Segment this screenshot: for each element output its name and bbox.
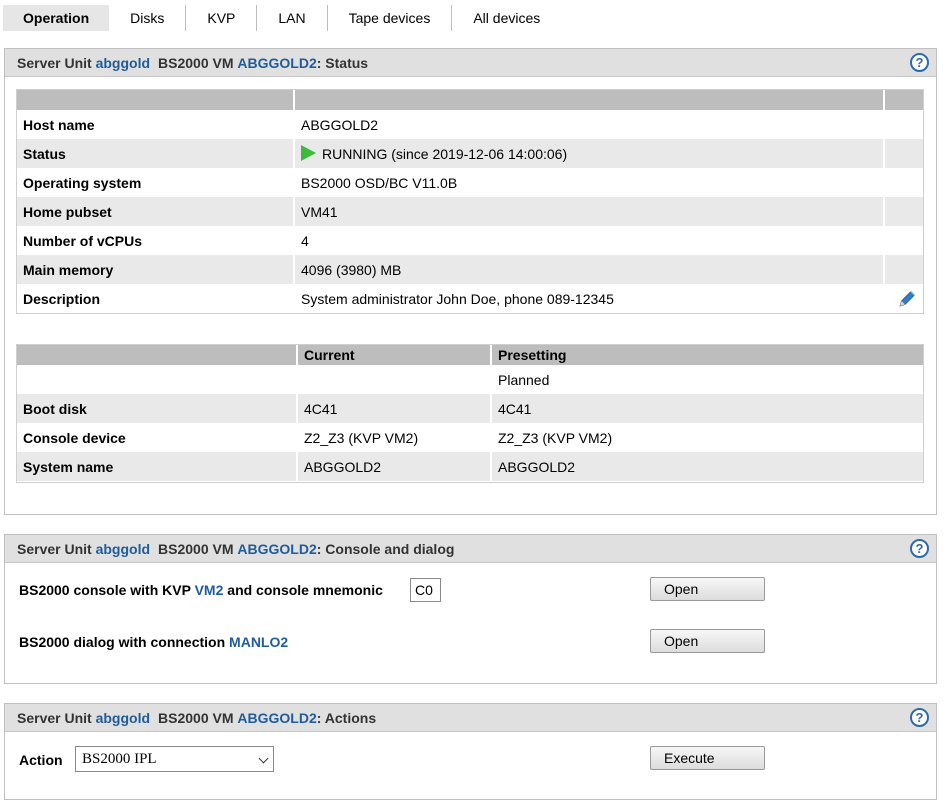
row-label: Number of vCPUs: [17, 226, 295, 255]
server-unit-link[interactable]: abggold: [96, 55, 150, 71]
vm-link[interactable]: ABGGOLD2: [237, 55, 316, 71]
tab-all-devices[interactable]: All devices: [452, 5, 561, 31]
row-label: Console device: [17, 423, 298, 452]
table-row: Host name ABGGOLD2: [17, 110, 923, 139]
action-select-value: BS2000 IPL: [82, 750, 157, 767]
row-value: 4096 (3980) MB: [294, 255, 885, 284]
help-icon[interactable]: ?: [910, 539, 929, 558]
header-vm-prefix: BS2000 VM: [158, 540, 234, 557]
table-row: Operating system BS2000 OSD/BC V11.0B: [17, 168, 923, 197]
tab-disks[interactable]: Disks: [109, 5, 187, 31]
row-label: Operating system: [17, 168, 295, 197]
table-row: Number of vCPUs 4: [17, 226, 923, 255]
status-panel: Server Unit abggold BS2000 VM ABGGOLD2: S…: [4, 48, 937, 515]
console-text: BS2000 console with KVP: [19, 582, 191, 598]
header-vm-prefix: BS2000 VM: [158, 709, 234, 726]
row-label: Boot disk: [17, 394, 298, 423]
actions-panel: Server Unit abggold BS2000 VM ABGGOLD2: A…: [4, 703, 937, 800]
row-label: Main memory: [17, 255, 295, 284]
status-col-1: [17, 90, 295, 110]
tab-operation[interactable]: Operation: [3, 5, 110, 31]
row-value: VM41: [294, 197, 885, 226]
row-label: System name: [17, 452, 298, 481]
dialog-text: BS2000 dialog with connection: [19, 634, 226, 650]
config-col-blank: [17, 345, 298, 365]
table-row: Planned: [17, 365, 923, 394]
help-icon[interactable]: ?: [910, 708, 929, 727]
kvp-link[interactable]: VM2: [195, 582, 224, 598]
execute-button[interactable]: Execute: [650, 746, 765, 770]
chevron-down-icon: [258, 753, 269, 764]
open-dialog-button[interactable]: Open: [650, 629, 765, 653]
row-label: Status: [17, 139, 295, 168]
server-unit-link[interactable]: abggold: [96, 710, 150, 726]
status-col-2: [294, 90, 885, 110]
console-text-b: and console mnemonic: [227, 582, 383, 598]
console-line: BS2000 console with KVP VM2 and console …: [19, 582, 383, 598]
header-suffix: : Status: [316, 54, 369, 71]
action-select[interactable]: BS2000 IPL: [75, 746, 274, 772]
table-row: Main memory 4096 (3980) MB: [17, 255, 923, 284]
tab-tape-devices[interactable]: Tape devices: [328, 5, 453, 31]
header-prefix: Server Unit: [17, 54, 92, 71]
play-icon: [301, 145, 316, 161]
table-row: Boot disk 4C41 4C41: [17, 394, 923, 423]
table-row: Home pubset VM41: [17, 197, 923, 226]
header-vm-prefix: BS2000 VM: [158, 54, 234, 71]
tab-lan[interactable]: LAN: [257, 5, 328, 31]
presetting-value: Z2_Z3 (KVP VM2): [498, 429, 613, 446]
status-panel-header: Server Unit abggold BS2000 VM ABGGOLD2: S…: [5, 49, 936, 77]
presetting-value: ABGGOLD2: [491, 452, 923, 481]
current-value: ABGGOLD2: [297, 452, 492, 481]
tab-kvp[interactable]: KVP: [186, 5, 258, 31]
header-prefix: Server Unit: [17, 709, 92, 726]
dialog-line: BS2000 dialog with connection MANLO2: [19, 634, 288, 650]
vm-link[interactable]: ABGGOLD2: [237, 541, 316, 557]
config-table: Current Presetting Planned Boot disk 4C4…: [17, 345, 923, 481]
col-presetting: Presetting: [491, 345, 923, 365]
current-value: Z2_Z3 (KVP VM2): [297, 423, 492, 452]
presetting-value: 4C41: [491, 394, 923, 423]
server-unit-link[interactable]: abggold: [96, 541, 150, 557]
mnemonic-input[interactable]: [410, 578, 441, 602]
table-row: Description System administrator John Do…: [17, 284, 923, 313]
table-row: Status RUNNING (since 2019-12-06 14:00:0…: [17, 139, 923, 168]
header-suffix: : Console and dialog: [316, 540, 455, 557]
actions-panel-header: Server Unit abggold BS2000 VM ABGGOLD2: A…: [5, 704, 936, 732]
col-current: Current: [297, 345, 492, 365]
action-label: Action: [19, 752, 63, 768]
table-row: Console device Z2_Z3 (KVP VM2) Z2_Z3 (KV…: [17, 423, 923, 452]
row-value: 4: [294, 226, 885, 255]
status-value: RUNNING (since 2019-12-06 14:00:06): [294, 139, 885, 168]
status-text: RUNNING (since 2019-12-06 14:00:06): [322, 146, 568, 162]
status-table: Host name ABGGOLD2 Status RUNNING (since…: [17, 90, 923, 313]
tab-bar: Operation Disks KVP LAN Tape devices All…: [3, 5, 561, 31]
connection-link[interactable]: MANLO2: [229, 634, 288, 650]
current-value: 4C41: [297, 394, 492, 423]
row-label: Home pubset: [17, 197, 295, 226]
open-console-button[interactable]: Open: [650, 577, 765, 601]
row-value: ABGGOLD2: [294, 110, 885, 139]
status-col-3: [884, 90, 923, 110]
row-value: BS2000 OSD/BC V11.0B: [294, 168, 885, 197]
planned-label: Planned: [498, 371, 550, 388]
row-label: Host name: [17, 110, 295, 139]
table-row: System name ABGGOLD2 ABGGOLD2: [17, 452, 923, 481]
console-panel-header: Server Unit abggold BS2000 VM ABGGOLD2: C…: [5, 535, 936, 563]
vm-link[interactable]: ABGGOLD2: [237, 710, 316, 726]
header-suffix: : Actions: [316, 709, 377, 726]
pencil-icon[interactable]: [897, 289, 917, 309]
console-panel: Server Unit abggold BS2000 VM ABGGOLD2: C…: [4, 534, 937, 684]
row-label: Description: [17, 284, 295, 313]
help-icon[interactable]: ?: [910, 53, 929, 72]
header-prefix: Server Unit: [17, 540, 92, 557]
row-value: System administrator John Doe, phone 089…: [294, 284, 885, 313]
